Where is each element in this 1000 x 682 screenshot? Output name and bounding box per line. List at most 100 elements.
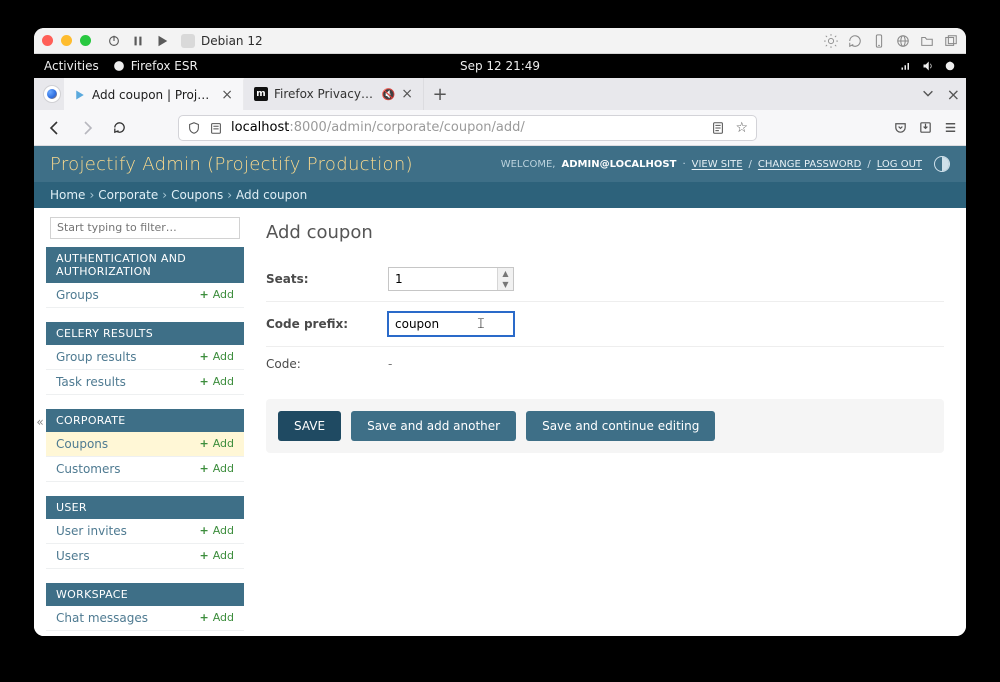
list-all-tabs-icon[interactable] — [921, 85, 935, 104]
firefox-tab-strip: Add coupon | Projectify A × m Firefox Pr… — [34, 78, 966, 110]
sidebar-app-caption[interactable]: CELERY RESULTS — [46, 322, 244, 345]
sidebar-collapser[interactable]: « — [34, 208, 46, 636]
os-label: Debian 12 — [201, 34, 263, 48]
downloads-icon[interactable] — [918, 120, 933, 135]
firefox-icon — [113, 60, 125, 72]
seats-input[interactable] — [388, 267, 514, 291]
active-app-label[interactable]: Firefox ESR — [131, 59, 198, 73]
activities-button[interactable]: Activities — [44, 59, 99, 73]
tab-mute-icon[interactable]: 🔇 — [382, 88, 396, 101]
vm-titlebar: Debian 12 — [34, 28, 966, 54]
site-title[interactable]: Projectify Admin (Projectify Production) — [50, 154, 413, 175]
shield-icon — [187, 121, 201, 135]
form-row-code-prefix: Code prefix: 𝙸 — [266, 302, 944, 347]
breadcrumb-home[interactable]: Home — [50, 188, 85, 202]
sidebar-add-link[interactable]: Add — [199, 611, 234, 624]
sidebar-model-link[interactable]: Groups — [56, 288, 99, 302]
save-continue-editing-button[interactable]: Save and continue editing — [526, 411, 715, 441]
reader-mode-icon[interactable] — [711, 121, 725, 135]
maximize-window-icon[interactable] — [80, 35, 91, 46]
logout-link[interactable]: LOG OUT — [877, 159, 922, 170]
minimize-window-icon[interactable] — [61, 35, 72, 46]
sidebar-model-row: LabelsAdd — [46, 631, 244, 637]
save-add-another-button[interactable]: Save and add another — [351, 411, 516, 441]
stepper-up-icon[interactable]: ▲ — [498, 268, 513, 279]
globe-icon — [896, 34, 910, 48]
sidebar-model-link[interactable]: Group results — [56, 350, 137, 364]
save-button[interactable]: SAVE — [278, 411, 341, 441]
sidebar-model-link[interactable]: Task results — [56, 375, 126, 389]
sidebar-add-link[interactable]: Add — [199, 524, 234, 537]
power-icon — [107, 34, 121, 48]
sidebar-add-link[interactable]: Add — [199, 437, 234, 450]
submit-row: SAVE Save and add another Save and conti… — [266, 399, 944, 453]
pause-icon — [131, 34, 145, 48]
traffic-lights — [42, 35, 91, 46]
tab-title-label: Firefox Privacy Notice — — [274, 87, 376, 101]
stepper-down-icon[interactable]: ▼ — [498, 279, 513, 290]
bookmark-star-icon[interactable]: ☆ — [735, 120, 748, 136]
change-password-link[interactable]: CHANGE PASSWORD — [758, 159, 861, 170]
sidebar-model-row: Users Add — [46, 544, 244, 569]
sidebar-model-row: Chat messages Add — [46, 606, 244, 631]
breadcrumbs: Home › Corporate › Coupons › Add coupon — [34, 182, 966, 208]
form-row-seats: Seats: ▲ ▼ — [266, 257, 944, 302]
folder-icon — [920, 34, 934, 48]
forward-button[interactable] — [74, 115, 100, 141]
user-tools: WELCOME, ADMIN@LOCALHOST · VIEW SITE / C… — [501, 156, 950, 172]
power-menu-icon[interactable] — [944, 60, 956, 72]
sidebar-add-link[interactable]: Add — [199, 350, 234, 363]
sidebar-app-caption[interactable]: AUTHENTICATION AND AUTHORIZATION — [46, 247, 244, 283]
app-menu-icon[interactable] — [943, 120, 958, 135]
sidebar-model-link[interactable]: Labels — [56, 636, 95, 637]
back-button[interactable] — [42, 115, 68, 141]
clock-label[interactable]: Sep 12 21:49 — [460, 59, 540, 73]
firefox-logo-icon — [40, 78, 64, 110]
site-info-icon[interactable] — [209, 121, 223, 135]
tab-close-icon[interactable]: × — [401, 87, 413, 101]
code-prefix-input[interactable] — [388, 312, 514, 336]
close-window-icon[interactable] — [42, 35, 53, 46]
sidebar-model-link[interactable]: Customers — [56, 462, 121, 476]
sidebar-model-link[interactable]: User invites — [56, 524, 127, 538]
sidebar-add-link[interactable]: Add — [199, 375, 234, 388]
sidebar-add-link[interactable]: Add — [199, 549, 234, 562]
sidebar-add-link[interactable]: Add — [199, 288, 234, 301]
tab-close-icon[interactable]: × — [221, 88, 233, 102]
sidebar-model-link[interactable]: Users — [56, 549, 90, 563]
url-bar[interactable]: localhost:8000/admin/corporate/coupon/ad… — [178, 115, 757, 141]
sidebar-app-caption[interactable]: CORPORATE — [46, 409, 244, 432]
theme-toggle-icon[interactable] — [934, 156, 950, 172]
username-label: ADMIN@LOCALHOST — [561, 159, 676, 170]
window-close-icon[interactable]: × — [947, 85, 960, 104]
sidebar-model-row: User invites Add — [46, 519, 244, 544]
sidebar-app-caption[interactable]: USER — [46, 496, 244, 519]
breadcrumb-current: Add coupon — [236, 188, 307, 202]
tab-inactive[interactable]: m Firefox Privacy Notice — 🔇 × — [244, 78, 424, 110]
sidebar-model-link[interactable]: Chat messages — [56, 611, 148, 625]
sidebar-filter-input[interactable] — [50, 217, 240, 239]
tab-favicon-icon: m — [254, 87, 268, 101]
play-icon — [155, 34, 169, 48]
network-icon[interactable] — [900, 60, 912, 72]
sidebar-model-row: Group results Add — [46, 345, 244, 370]
code-value: - — [388, 357, 392, 371]
view-site-link[interactable]: VIEW SITE — [692, 159, 743, 170]
form-row-code: Code: - — [266, 347, 944, 381]
brightness-icon — [824, 34, 838, 48]
sidebar-add-link[interactable]: Add — [199, 462, 234, 475]
sidebar-app-caption[interactable]: WORKSPACE — [46, 583, 244, 606]
breadcrumb-corporate[interactable]: Corporate — [98, 188, 158, 202]
breadcrumb-coupons[interactable]: Coupons — [171, 188, 223, 202]
volume-icon[interactable] — [922, 60, 934, 72]
gnome-top-bar: Activities Firefox ESR Sep 12 21:49 — [34, 54, 966, 78]
new-tab-button[interactable]: + — [424, 78, 456, 110]
main-content: Add coupon Seats: ▲ ▼ Code prefix: — [244, 208, 966, 636]
welcome-label: WELCOME, — [501, 159, 556, 170]
tab-active[interactable]: Add coupon | Projectify A × — [64, 78, 244, 110]
reload-button[interactable] — [106, 115, 132, 141]
seats-stepper[interactable]: ▲ ▼ — [497, 268, 513, 290]
sidebar-model-link[interactable]: Coupons — [56, 437, 108, 451]
pocket-icon[interactable] — [893, 120, 908, 135]
firefox-toolbar: localhost:8000/admin/corporate/coupon/ad… — [34, 110, 966, 146]
